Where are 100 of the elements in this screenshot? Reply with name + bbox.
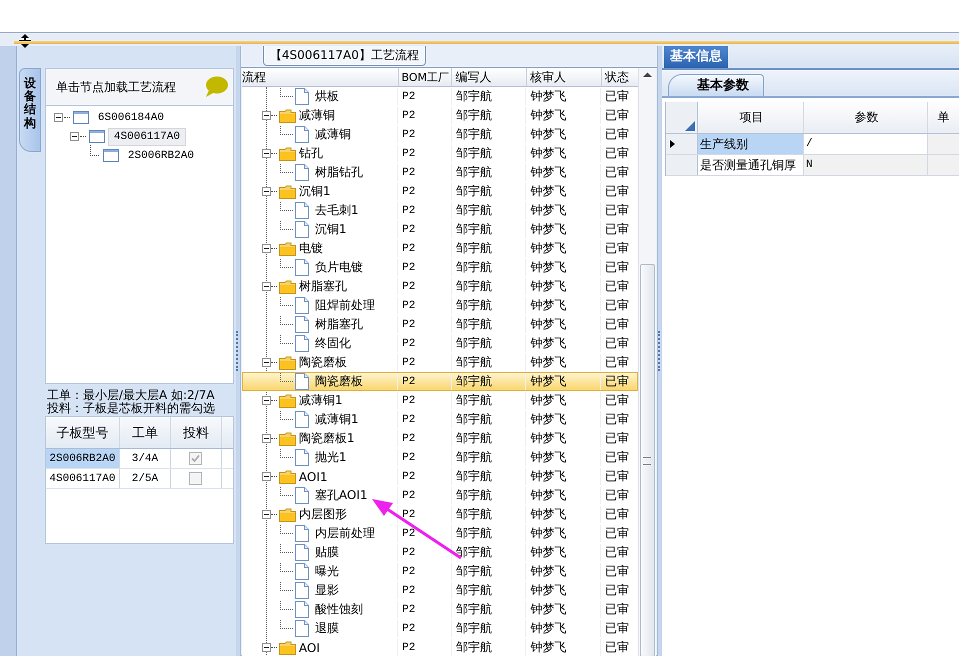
table-cell: 邹宇航 bbox=[452, 107, 526, 124]
collapse-icon[interactable] bbox=[262, 149, 271, 158]
step-name: 减薄铜 bbox=[298, 107, 335, 124]
table-cell: P2 bbox=[398, 221, 452, 238]
column-header[interactable]: 单 bbox=[928, 102, 957, 133]
step-name: 酸性蚀刻 bbox=[314, 601, 363, 618]
collapse-icon[interactable] bbox=[262, 358, 271, 367]
table-row[interactable]: 减薄铜 P2 邹宇航 钟梦飞 已审 bbox=[242, 106, 638, 125]
table-cell-text: 已审 bbox=[604, 335, 630, 352]
collapse-icon[interactable] bbox=[262, 282, 271, 291]
table-cell[interactable]: / bbox=[804, 134, 928, 154]
table-cell: 钟梦飞 bbox=[526, 107, 602, 124]
checkbox[interactable] bbox=[189, 452, 202, 465]
table-cell: 邹宇航 bbox=[452, 430, 526, 447]
table-row[interactable]: 电镀 P2 邹宇航 钟梦飞 已审 bbox=[242, 239, 638, 258]
column-header[interactable]: BOM工厂 bbox=[398, 68, 452, 86]
column-header[interactable]: 投料 bbox=[170, 417, 222, 448]
table-cell: 2S006RB2A0 bbox=[46, 449, 120, 468]
table-row[interactable]: 减薄铜 P2 邹宇航 钟梦飞 已审 bbox=[242, 125, 638, 144]
table-cell: 邹宇航 bbox=[452, 354, 526, 371]
column-header[interactable]: 流程 bbox=[242, 68, 399, 86]
scrollbar[interactable] bbox=[638, 68, 656, 656]
table-row[interactable]: 树脂钻孔 P2 邹宇航 钟梦飞 已审 bbox=[242, 163, 638, 182]
step-name: 树脂钻孔 bbox=[314, 164, 363, 181]
table-cell: 钟梦飞 bbox=[526, 240, 602, 257]
column-header[interactable]: 核审人 bbox=[527, 68, 602, 86]
column-header[interactable]: 编写人 bbox=[452, 68, 528, 86]
table-row[interactable]: 沉铜1 P2 邹宇航 钟梦飞 已审 bbox=[242, 182, 638, 201]
side-tab[interactable]: 设备结构 bbox=[18, 68, 41, 152]
table-row[interactable]: 烘板 P2 邹宇航 钟梦飞 已审 bbox=[242, 87, 638, 106]
collapse-icon[interactable] bbox=[262, 643, 271, 652]
column-header[interactable]: 项目 bbox=[698, 102, 804, 133]
table-cell: 邹宇航 bbox=[452, 639, 526, 656]
table-row[interactable]: 负片电镀 P2 邹宇航 钟梦飞 已审 bbox=[242, 258, 638, 277]
collapse-icon[interactable] bbox=[262, 187, 271, 196]
table-cell: 邹宇航 bbox=[452, 164, 526, 181]
step-name: 抛光1 bbox=[314, 449, 347, 466]
table-row[interactable]: 退膜 P2 邹宇航 钟梦飞 已审 bbox=[242, 619, 638, 638]
table-row[interactable]: 去毛刺1 P2 邹宇航 钟梦飞 已审 bbox=[242, 201, 638, 220]
collapse-icon[interactable] bbox=[54, 113, 63, 122]
checkbox[interactable] bbox=[189, 472, 202, 485]
table-row[interactable]: 终固化 P2 邹宇航 钟梦飞 已审 bbox=[242, 334, 638, 353]
table-row[interactable]: AOI P2 邹宇航 钟梦飞 已审 bbox=[242, 638, 638, 656]
table-cell-text: 已审 bbox=[604, 107, 630, 124]
sub-tab[interactable]: 基本参数 bbox=[668, 74, 764, 96]
column-header[interactable]: 参数 bbox=[804, 102, 928, 133]
table-row[interactable]: 陶瓷磨板 P2 邹宇航 钟梦飞 已审 bbox=[242, 353, 638, 372]
collapse-icon[interactable] bbox=[262, 396, 271, 405]
step-name: AOI bbox=[298, 640, 320, 654]
document-icon bbox=[294, 164, 309, 181]
table-row[interactable]: 阻焊前处理 P2 邹宇航 钟梦飞 已审 bbox=[242, 296, 638, 315]
table-row[interactable]: 沉铜1 P2 邹宇航 钟梦飞 已审 bbox=[242, 220, 638, 239]
tree-node[interactable]: 4S006117A0 bbox=[108, 128, 186, 146]
table-cell-text: 已审 bbox=[604, 544, 630, 561]
collapse-icon[interactable] bbox=[262, 510, 271, 519]
column-header[interactable]: 工单 bbox=[120, 417, 171, 448]
table-row[interactable]: 树脂塞孔 P2 邹宇航 钟梦飞 已审 bbox=[242, 277, 638, 296]
table-cell-text: 已审 bbox=[604, 449, 630, 466]
table-row[interactable]: 陶瓷磨板1 P2 邹宇航 钟梦飞 已审 bbox=[242, 429, 638, 448]
table-cell: 钟梦飞 bbox=[526, 164, 602, 181]
table-cell: P2 bbox=[398, 449, 452, 466]
table-row[interactable]: 显影 P2 邹宇航 钟梦飞 已审 bbox=[242, 581, 638, 600]
tree-node[interactable]: 2S006RB2A0 bbox=[122, 146, 200, 164]
table-cell: P2 bbox=[398, 88, 452, 105]
table-cell: 4S006117A0 bbox=[46, 469, 120, 488]
tree-node[interactable]: 6S006184A0 bbox=[92, 108, 170, 126]
table-row[interactable]: 减薄铜1 P2 邹宇航 钟梦飞 已审 bbox=[242, 391, 638, 410]
table-row[interactable]: 减薄铜1 P2 邹宇航 钟梦飞 已审 bbox=[242, 410, 638, 429]
table-cell-text: 已审 bbox=[604, 316, 630, 333]
table-row[interactable]: 内层前处理 P2 邹宇航 钟梦飞 已审 bbox=[242, 524, 638, 543]
folder-icon bbox=[278, 394, 296, 408]
folder-icon bbox=[278, 108, 296, 122]
table-cell[interactable]: N bbox=[804, 155, 928, 175]
document-icon bbox=[294, 620, 309, 637]
table-row[interactable]: 钻孔 P2 邹宇航 钟梦飞 已审 bbox=[242, 144, 638, 163]
collapse-icon[interactable] bbox=[262, 472, 271, 481]
table-cell: 钟梦飞 bbox=[526, 145, 602, 162]
document-icon bbox=[294, 221, 309, 238]
panel-tab[interactable]: 基本信息 bbox=[664, 46, 728, 68]
table-cell: P2 bbox=[398, 259, 452, 276]
collapse-icon[interactable] bbox=[70, 132, 79, 141]
column-header[interactable]: 子板型号 bbox=[46, 417, 120, 448]
table-cell: 钟梦飞 bbox=[526, 639, 602, 656]
table-cell-text: 已审 bbox=[604, 506, 630, 523]
table-row[interactable]: 树脂塞孔 P2 邹宇航 钟梦飞 已审 bbox=[242, 315, 638, 334]
table-row[interactable]: AOI1 P2 邹宇航 钟梦飞 已审 bbox=[242, 467, 638, 486]
table-cell: P2 bbox=[398, 240, 452, 257]
table-row[interactable]: 酸性蚀刻 P2 邹宇航 钟梦飞 已审 bbox=[242, 600, 638, 619]
table-cell: 邹宇航 bbox=[452, 183, 526, 200]
collapse-icon[interactable] bbox=[262, 111, 271, 120]
row-header[interactable] bbox=[666, 134, 698, 154]
table-row[interactable]: 曝光 P2 邹宇航 钟梦飞 已审 bbox=[242, 562, 638, 581]
table-cell: 3/4A bbox=[120, 449, 171, 468]
collapse-icon[interactable] bbox=[262, 434, 271, 443]
table-cell: P2 bbox=[398, 183, 452, 200]
column-header[interactable]: 状态 bbox=[602, 68, 638, 86]
table-cell: 钟梦飞 bbox=[526, 259, 602, 276]
collapse-icon[interactable] bbox=[262, 244, 271, 253]
table-row[interactable]: 抛光1 P2 邹宇航 钟梦飞 已审 bbox=[242, 448, 638, 467]
table-row[interactable]: 陶瓷磨板 P2 邹宇航 钟梦飞 已审 bbox=[242, 372, 638, 391]
